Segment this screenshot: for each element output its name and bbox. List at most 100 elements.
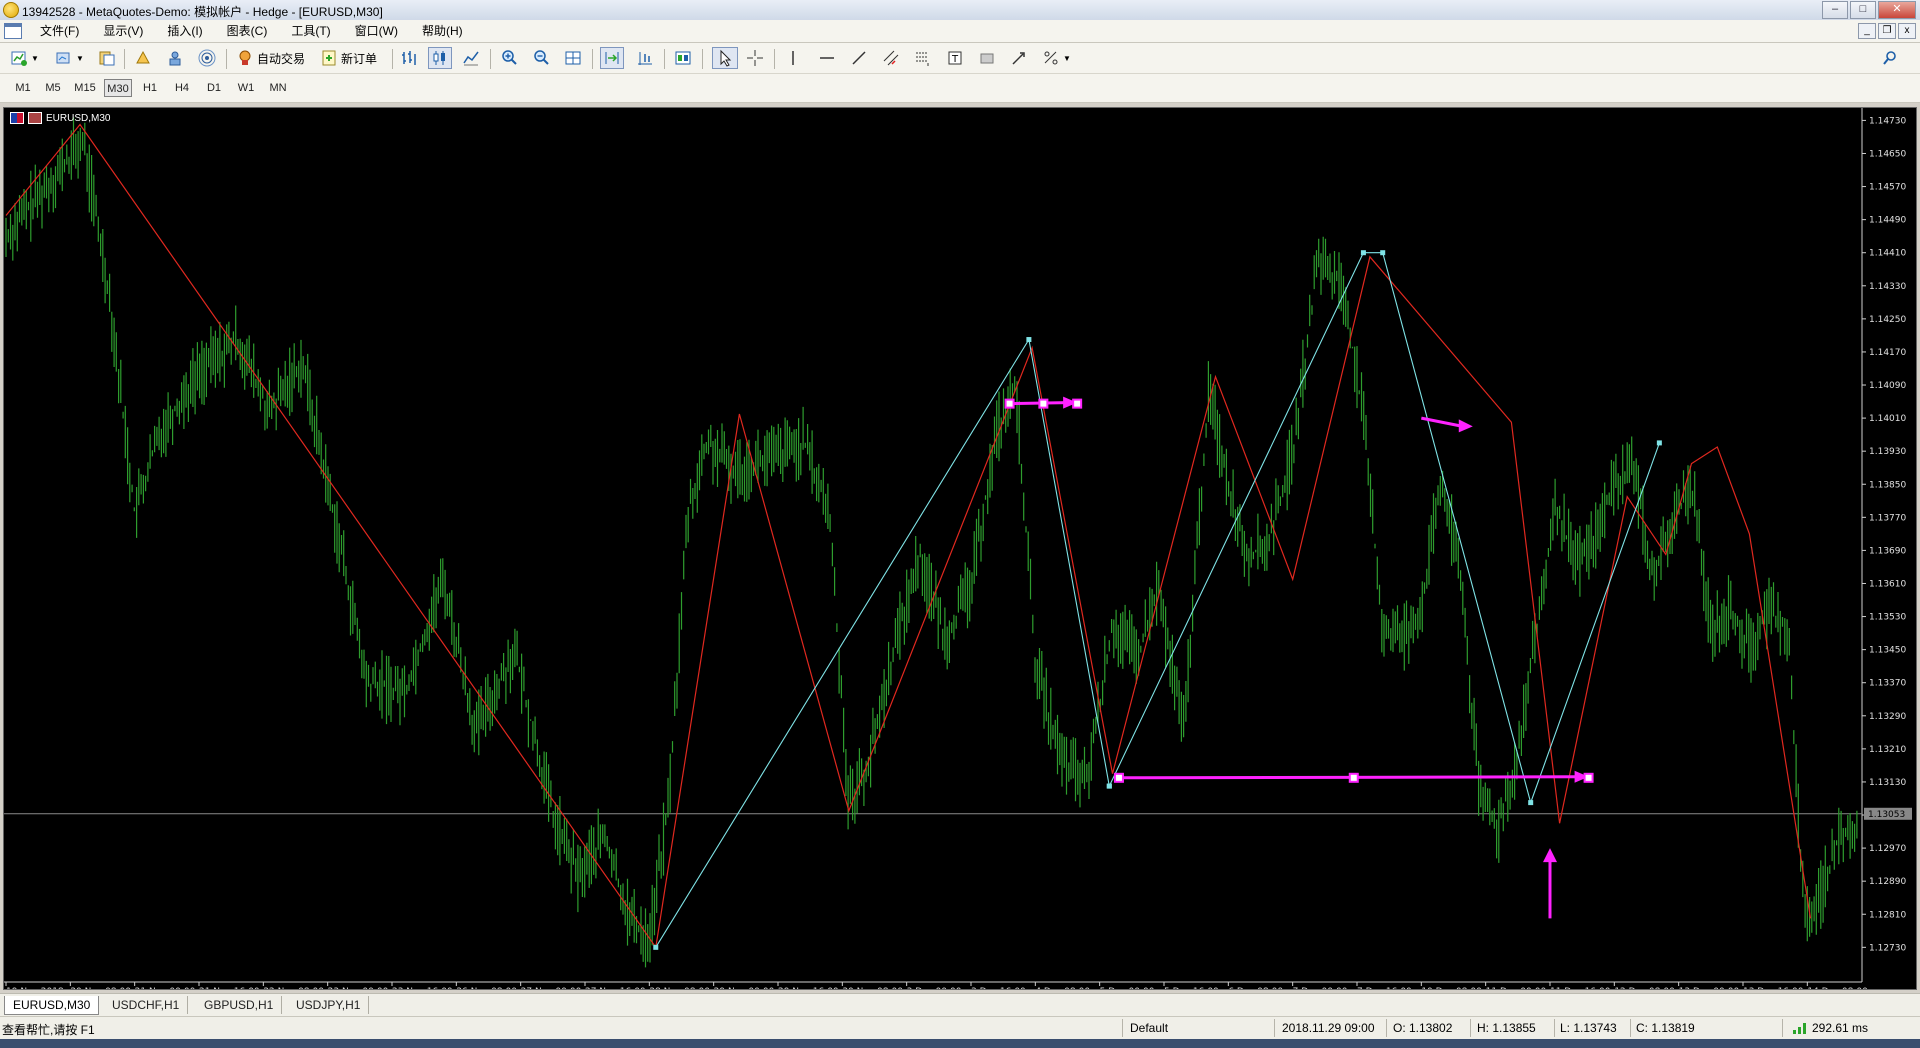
maximize-button[interactable]: □	[1850, 1, 1876, 19]
chart-shift-button[interactable]	[636, 47, 654, 69]
candlestick-chart-button[interactable]	[428, 47, 452, 69]
timeframe-m1[interactable]: M1	[9, 79, 37, 97]
price-tick-label: 1.13770	[1869, 513, 1906, 523]
crosshair-icon	[747, 50, 763, 66]
toolbar-separator	[392, 49, 393, 69]
os-taskbar	[0, 1039, 1920, 1048]
equidistant-channel-tool-button[interactable]	[882, 47, 900, 69]
templates-button[interactable]	[674, 47, 692, 69]
shapes-tool-button[interactable]: ▼	[1042, 47, 1071, 69]
profiles-button[interactable]: ▼	[55, 47, 84, 69]
menu-help[interactable]: 帮助(H)	[410, 20, 475, 42]
bar-chart-button[interactable]	[400, 47, 418, 69]
zoom-in-button[interactable]	[500, 47, 518, 69]
menu-file[interactable]: 文件(F)	[28, 20, 91, 42]
status-help-text: 查看帮忙,请按 F1	[2, 1023, 95, 1037]
navigator-button[interactable]	[134, 47, 152, 69]
chart-shift-icon	[638, 52, 652, 65]
price-tick-label: 1.14490	[1869, 216, 1906, 226]
status-separator	[1122, 1019, 1123, 1037]
menu-tools[interactable]: 工具(T)	[279, 20, 342, 42]
market-watch-button[interactable]	[98, 47, 116, 69]
new-order-button[interactable]: 新订单	[320, 47, 377, 69]
timeframe-mn[interactable]: MN	[264, 79, 292, 97]
tab-eurusd-m30[interactable]: EURUSD,M30	[4, 996, 100, 1015]
mdi-close-button[interactable]: x	[1898, 23, 1916, 39]
tab-gbpusd-h1[interactable]: GBPUSD,H1	[196, 996, 283, 1014]
menu-view[interactable]: 显示(V)	[91, 20, 155, 42]
price-tick-label: 1.13370	[1869, 679, 1906, 689]
price-tick-label: 1.12730	[1869, 943, 1906, 953]
menu-insert[interactable]: 插入(I)	[155, 20, 214, 42]
price-tick-label: 1.12970	[1869, 844, 1906, 854]
auto-scroll-button[interactable]	[600, 47, 624, 69]
fibonacci-tool-button[interactable]	[914, 47, 932, 69]
timeframe-m30[interactable]: M30	[104, 79, 132, 97]
search-icon[interactable]	[1882, 50, 1898, 66]
chart-canvas[interactable]: 1.14730 1.14650 1.14570 1.14490 1.14410 1.143…	[4, 108, 1916, 989]
annotation-anchor	[1583, 772, 1594, 783]
trendline-2	[1108, 252, 1660, 805]
new-order-icon	[322, 50, 336, 66]
trendline-anchor	[1106, 783, 1112, 789]
time-tick-label: 3 Dec 16:00	[971, 987, 1026, 989]
chart-window-icon[interactable]	[4, 23, 22, 39]
timeframe-w1[interactable]: W1	[232, 79, 260, 97]
time-tick-label: 29 Nov 00:00	[714, 987, 775, 989]
text-icon: T	[948, 51, 962, 65]
price-tick-label: 1.14090	[1869, 381, 1906, 391]
label-icon	[980, 53, 994, 64]
trendline-anchor	[1360, 250, 1366, 256]
tab-usdchf-h1[interactable]: USDCHF,H1	[104, 996, 189, 1014]
arrow-tool-button[interactable]	[1010, 47, 1028, 69]
annotation-anchor	[1113, 772, 1124, 783]
auto-trading-button[interactable]: 自动交易	[236, 47, 305, 69]
horizontal-line-tool-button[interactable]	[818, 47, 836, 69]
tab-usdjpy-h1[interactable]: USDJPY,H1	[288, 996, 370, 1014]
line-chart-button[interactable]	[462, 47, 480, 69]
timeframe-h4[interactable]: H4	[168, 79, 196, 97]
close-button[interactable]: ✕	[1878, 1, 1916, 19]
price-tick-label: 1.14570	[1869, 183, 1906, 193]
timeframe-h1[interactable]: H1	[136, 79, 164, 97]
time-tick-label: 13 Dec 00:00	[1679, 987, 1740, 989]
terminal-button[interactable]	[166, 47, 184, 69]
status-separator	[1782, 1019, 1783, 1037]
status-bar: 查看帮忙,请按 F1 Default 2018.11.29 09:00 O: 1…	[0, 1016, 1920, 1039]
auto-trading-icon	[239, 50, 251, 65]
price-chart[interactable]: 1.14730 1.14650 1.14570 1.14490 1.14410 1.143…	[3, 107, 1917, 990]
signal-icon	[198, 49, 216, 67]
time-tick-label: 5 Dec 00:00	[1100, 987, 1155, 989]
zoom-out-button[interactable]	[532, 47, 550, 69]
trendline-anchor	[1026, 337, 1032, 343]
time-tick-label: 20 Nov 08:00	[70, 987, 131, 989]
status-separator	[1554, 1019, 1555, 1037]
timeframe-m15[interactable]: M15	[71, 79, 99, 97]
toolbar-separator	[490, 49, 491, 69]
cursor-tool-button[interactable]	[712, 47, 738, 69]
trendline-tool-button[interactable]	[850, 47, 868, 69]
price-tick-label: 1.13530	[1869, 613, 1906, 623]
menu-charts[interactable]: 图表(C)	[215, 20, 280, 42]
tile-windows-button[interactable]	[564, 47, 582, 69]
price-tick-label: 1.13130	[1869, 778, 1906, 788]
menu-window[interactable]: 窗口(W)	[343, 20, 410, 42]
menu-bar: 文件(F) 显示(V) 插入(I) 图表(C) 工具(T) 窗口(W) 帮助(H…	[0, 20, 1920, 43]
text-tool-button[interactable]: T	[946, 47, 964, 69]
mdi-minimize-button[interactable]: _	[1858, 23, 1876, 39]
status-open: O: 1.13802	[1393, 1021, 1453, 1035]
timeframe-m5[interactable]: M5	[39, 79, 67, 97]
label-tool-button[interactable]	[978, 47, 996, 69]
crosshair-tool-button[interactable]	[746, 47, 764, 69]
minimize-button[interactable]: –	[1822, 1, 1848, 19]
new-chart-button[interactable]: ▼	[10, 47, 39, 69]
time-tick-label: 26 Nov 08:00	[456, 987, 517, 989]
signals-button[interactable]	[198, 47, 216, 69]
channel-icon	[883, 50, 899, 66]
app-icon	[3, 2, 19, 18]
time-tick-label: 6 Dec 08:00	[1228, 987, 1283, 989]
vertical-line-tool-button[interactable]	[784, 47, 802, 69]
mdi-restore-button[interactable]: ❐	[1878, 23, 1896, 39]
trendline-icon	[852, 51, 866, 65]
timeframe-d1[interactable]: D1	[200, 79, 228, 97]
